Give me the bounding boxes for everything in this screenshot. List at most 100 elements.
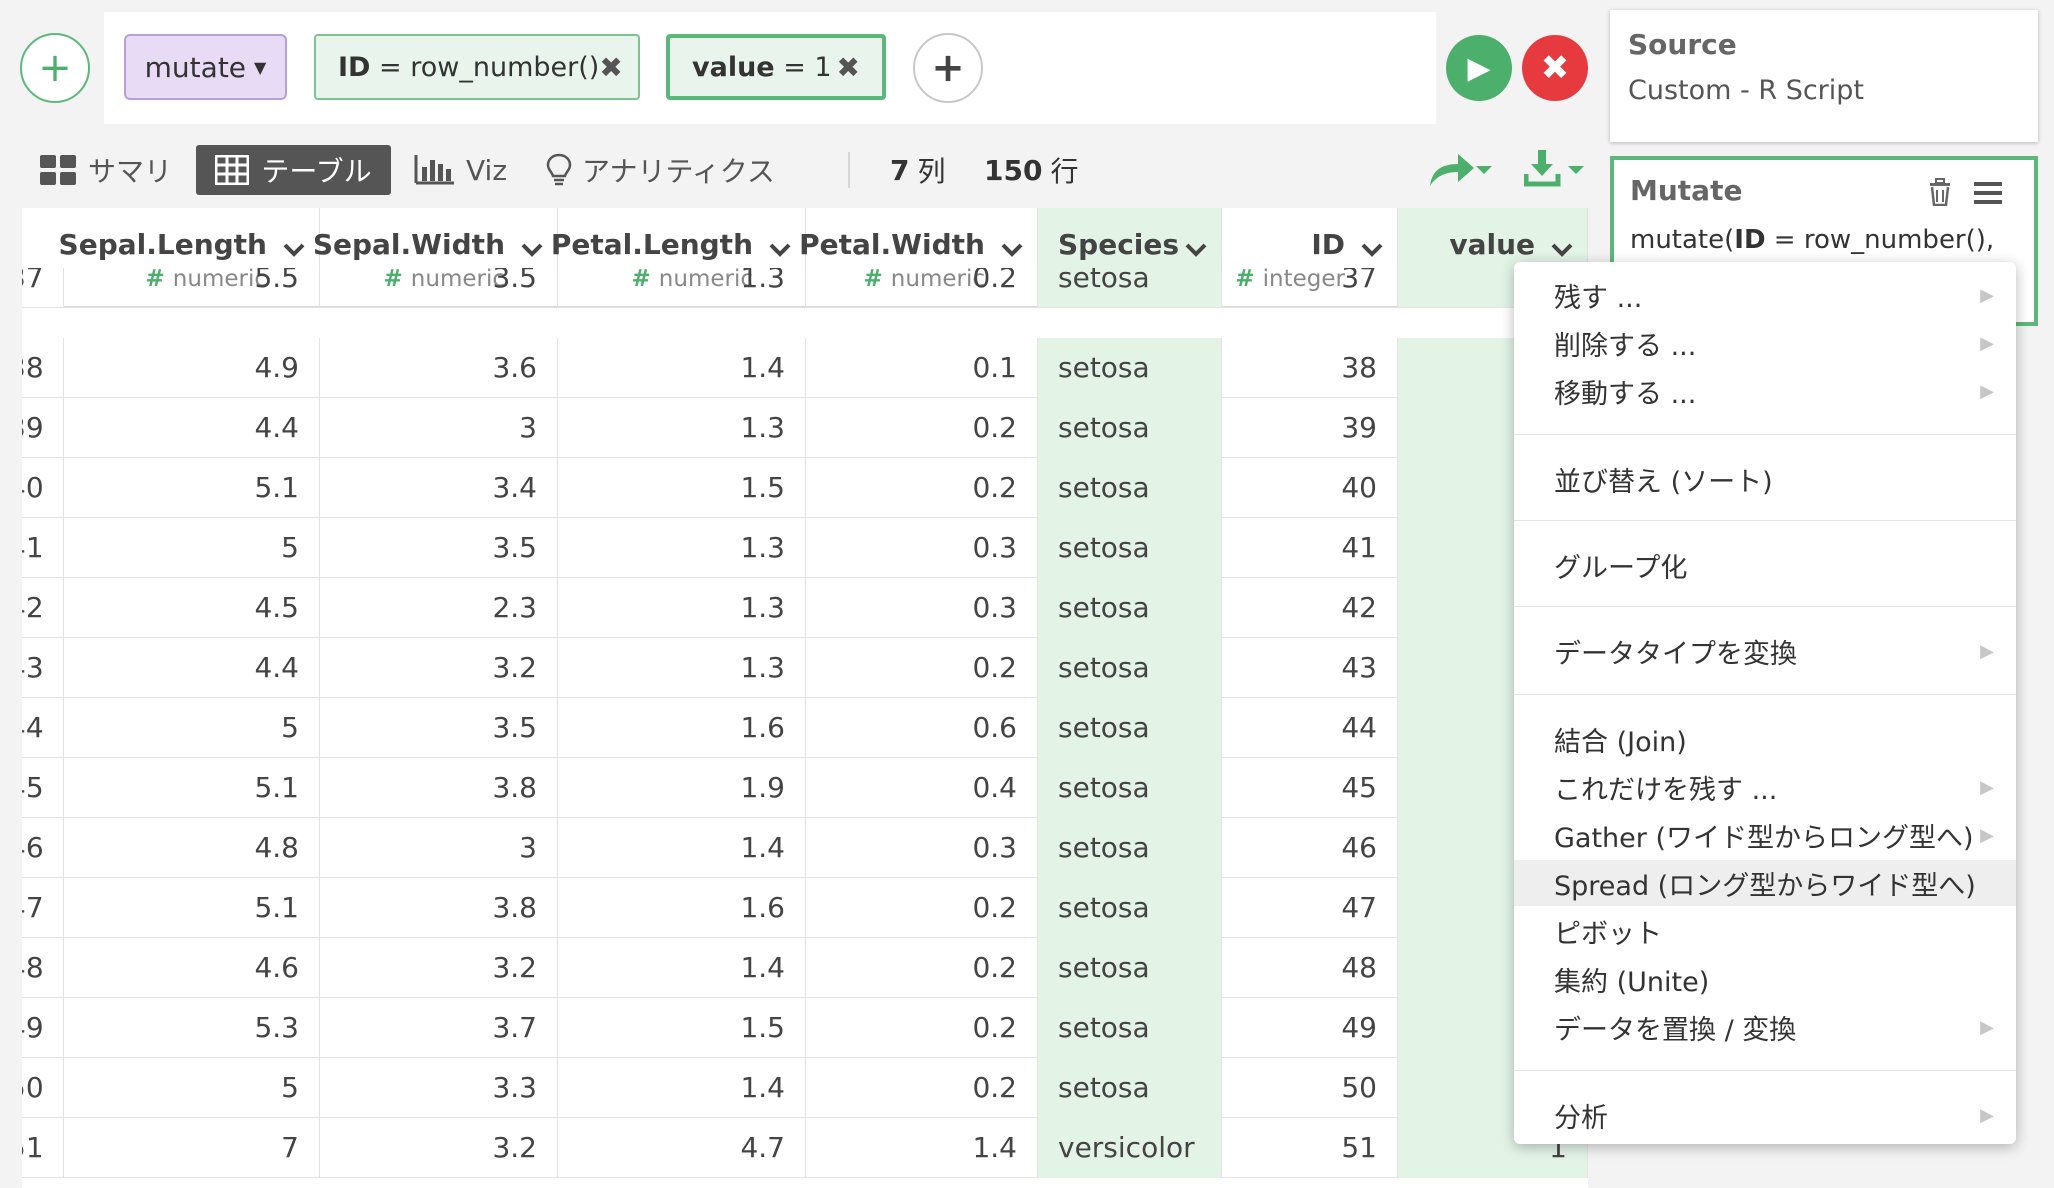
- table-cell[interactable]: setosa: [1038, 878, 1222, 938]
- context-menu-item[interactable]: 残す ... ▶: [1514, 272, 2016, 318]
- table-cell[interactable]: 43: [1222, 638, 1398, 698]
- context-menu-item[interactable]: これだけを残す ... ▶: [1514, 764, 2016, 810]
- table-cell[interactable]: 5.3: [64, 998, 320, 1058]
- table-cell[interactable]: 1.5: [558, 998, 806, 1058]
- table-cell[interactable]: 50: [22, 1058, 64, 1118]
- table-cell[interactable]: setosa: [1038, 998, 1222, 1058]
- table-cell[interactable]: 47: [1222, 878, 1398, 938]
- table-cell[interactable]: setosa: [1038, 458, 1222, 518]
- table-cell[interactable]: 3.2: [320, 638, 558, 698]
- download-button[interactable]: [1523, 148, 1586, 194]
- table-cell[interactable]: 5: [64, 698, 320, 758]
- table-cell[interactable]: 3: [320, 398, 558, 458]
- table-cell[interactable]: 0.2: [806, 938, 1038, 998]
- table-cell[interactable]: 4.7: [558, 1118, 806, 1178]
- chevron-down-icon[interactable]: [1551, 242, 1573, 261]
- table-cell[interactable]: 3.7: [320, 998, 558, 1058]
- table-cell[interactable]: 45: [1222, 758, 1398, 818]
- table-cell[interactable]: 4.6: [64, 938, 320, 998]
- table-cell[interactable]: 5.1: [64, 758, 320, 818]
- table-cell[interactable]: 0.2: [806, 398, 1038, 458]
- table-cell[interactable]: 5: [64, 518, 320, 578]
- table-cell[interactable]: 0.1: [806, 338, 1038, 398]
- context-menu-item[interactable]: 並び替え (ソート): [1514, 456, 2016, 502]
- tab-summary[interactable]: サマリ: [40, 145, 172, 195]
- table-cell[interactable]: 0.2: [806, 638, 1038, 698]
- table-cell[interactable]: 3.8: [320, 758, 558, 818]
- table-cell[interactable]: 40: [1222, 458, 1398, 518]
- table-cell[interactable]: 46: [22, 818, 64, 878]
- table-cell[interactable]: 4.5: [64, 578, 320, 638]
- menu-icon[interactable]: [1974, 182, 2002, 204]
- context-menu-item[interactable]: 結合 (Join): [1514, 716, 2016, 762]
- table-cell[interactable]: setosa: [1038, 398, 1222, 458]
- table-cell[interactable]: 4.4: [64, 398, 320, 458]
- table-cell[interactable]: 3: [320, 818, 558, 878]
- table-cell[interactable]: 1.4: [806, 1118, 1038, 1178]
- table-cell[interactable]: 38: [22, 338, 64, 398]
- table-cell[interactable]: 39: [1222, 398, 1398, 458]
- context-menu-item[interactable]: 削除する ... ▶: [1514, 320, 2016, 366]
- table-cell[interactable]: 1.3: [558, 268, 806, 307]
- table-cell[interactable]: 0.2: [806, 878, 1038, 938]
- chevron-down-icon[interactable]: [1001, 242, 1023, 261]
- table-cell[interactable]: 43: [22, 638, 64, 698]
- context-menu-item[interactable]: Gather (ワイド型からロング型へ) ▶: [1514, 812, 2016, 858]
- table-cell[interactable]: 3.2: [320, 1118, 558, 1178]
- table-cell[interactable]: 47: [22, 878, 64, 938]
- close-icon[interactable]: ✖: [837, 51, 860, 84]
- tab-table[interactable]: テーブル: [196, 145, 391, 195]
- table-cell[interactable]: setosa: [1038, 268, 1222, 307]
- table-cell[interactable]: setosa: [1038, 518, 1222, 578]
- table-cell[interactable]: 40: [22, 458, 64, 518]
- table-cell[interactable]: 0.3: [806, 818, 1038, 878]
- table-cell[interactable]: 5.1: [64, 458, 320, 518]
- context-menu-item[interactable]: 分析 ▶: [1514, 1092, 2016, 1138]
- table-cell[interactable]: 44: [22, 698, 64, 758]
- table-cell[interactable]: 1.4: [558, 818, 806, 878]
- table-cell[interactable]: 1.9: [558, 758, 806, 818]
- table-cell[interactable]: 41: [1222, 518, 1398, 578]
- table-cell[interactable]: 48: [1222, 938, 1398, 998]
- chevron-down-icon[interactable]: [1185, 242, 1207, 261]
- table-cell[interactable]: setosa: [1038, 698, 1222, 758]
- table-cell[interactable]: 0.2: [806, 458, 1038, 518]
- table-cell[interactable]: 3.3: [320, 1058, 558, 1118]
- table-cell[interactable]: 48: [22, 938, 64, 998]
- table-cell[interactable]: 4.8: [64, 818, 320, 878]
- table-cell[interactable]: 1.3: [558, 638, 806, 698]
- table-cell[interactable]: 7: [64, 1118, 320, 1178]
- table-cell[interactable]: 1.4: [558, 1058, 806, 1118]
- trash-icon[interactable]: [1928, 178, 1952, 206]
- context-menu-item[interactable]: ピボット: [1514, 908, 2016, 954]
- table-cell[interactable]: 4.4: [64, 638, 320, 698]
- cancel-button[interactable]: ✖: [1522, 35, 1588, 101]
- table-cell[interactable]: 4.9: [64, 338, 320, 398]
- table-cell[interactable]: 51: [1222, 1118, 1398, 1178]
- table-cell[interactable]: 1.5: [558, 458, 806, 518]
- table-cell[interactable]: 0.2: [806, 1058, 1038, 1118]
- table-cell[interactable]: 1.3: [558, 398, 806, 458]
- context-menu-item[interactable]: 集約 (Unite): [1514, 956, 2016, 1002]
- chevron-down-icon[interactable]: [769, 242, 791, 261]
- tab-viz[interactable]: Viz: [414, 145, 507, 195]
- context-menu-item[interactable]: グループ化: [1514, 542, 2016, 588]
- table-cell[interactable]: 5.1: [64, 878, 320, 938]
- table-cell[interactable]: 46: [1222, 818, 1398, 878]
- command-dropdown[interactable]: mutate ▼: [124, 34, 287, 100]
- add-step-main-button[interactable]: +: [20, 33, 90, 103]
- context-menu-item[interactable]: 移動する ... ▶: [1514, 368, 2016, 414]
- table-cell[interactable]: 1.4: [558, 338, 806, 398]
- chevron-down-icon[interactable]: [521, 242, 543, 261]
- table-cell[interactable]: 51: [22, 1118, 64, 1178]
- table-cell[interactable]: 3.8: [320, 878, 558, 938]
- table-cell[interactable]: 0.3: [806, 578, 1038, 638]
- table-cell[interactable]: 50: [1222, 1058, 1398, 1118]
- table-cell[interactable]: 38: [1222, 338, 1398, 398]
- table-cell[interactable]: 49: [1222, 998, 1398, 1058]
- table-cell[interactable]: 42: [22, 578, 64, 638]
- table-cell[interactable]: versicolor: [1038, 1118, 1222, 1178]
- run-button[interactable]: ▶: [1446, 35, 1512, 101]
- table-cell[interactable]: setosa: [1038, 938, 1222, 998]
- table-cell[interactable]: 1.3: [558, 578, 806, 638]
